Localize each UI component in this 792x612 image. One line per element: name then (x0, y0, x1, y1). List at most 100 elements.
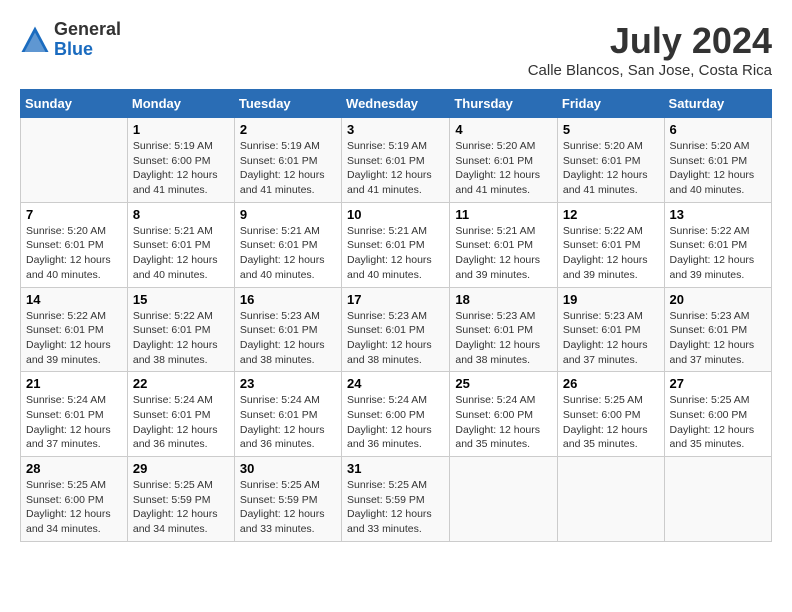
day-info: Sunrise: 5:24 AM Sunset: 6:01 PM Dayligh… (240, 393, 336, 452)
day-info: Sunrise: 5:22 AM Sunset: 6:01 PM Dayligh… (133, 309, 229, 368)
header-cell-monday: Monday (127, 90, 234, 118)
day-info: Sunrise: 5:21 AM Sunset: 6:01 PM Dayligh… (240, 224, 336, 283)
week-row-3: 21 Sunrise: 5:24 AM Sunset: 6:01 PM Dayli… (21, 372, 772, 457)
day-cell: 17 Sunrise: 5:23 AM Sunset: 6:01 PM Dayli… (342, 287, 450, 372)
day-info: Sunrise: 5:21 AM Sunset: 6:01 PM Dayligh… (133, 224, 229, 283)
day-number: 20 (670, 292, 766, 307)
day-number: 16 (240, 292, 336, 307)
logo-blue-text: Blue (54, 40, 121, 60)
day-info: Sunrise: 5:25 AM Sunset: 5:59 PM Dayligh… (347, 478, 444, 537)
day-cell: 7Sunrise: 5:20 AM Sunset: 6:01 PM Daylig… (21, 202, 128, 287)
day-number: 3 (347, 122, 444, 137)
week-row-2: 14 Sunrise: 5:22 AM Sunset: 6:01 PM Dayli… (21, 287, 772, 372)
header-row: SundayMondayTuesdayWednesdayThursdayFrid… (21, 90, 772, 118)
day-info: Sunrise: 5:22 AM Sunset: 6:01 PM Dayligh… (26, 309, 122, 368)
header-cell-tuesday: Tuesday (234, 90, 341, 118)
day-info: Sunrise: 5:24 AM Sunset: 6:00 PM Dayligh… (455, 393, 552, 452)
day-cell: 15 Sunrise: 5:22 AM Sunset: 6:01 PM Dayli… (127, 287, 234, 372)
day-cell (21, 118, 128, 203)
day-cell: 5 Sunrise: 5:20 AM Sunset: 6:01 PM Daylig… (557, 118, 664, 203)
day-cell: 4 Sunrise: 5:20 AM Sunset: 6:01 PM Daylig… (450, 118, 558, 203)
day-cell: 2 Sunrise: 5:19 AM Sunset: 6:01 PM Daylig… (234, 118, 341, 203)
day-cell: 14 Sunrise: 5:22 AM Sunset: 6:01 PM Dayli… (21, 287, 128, 372)
day-number: 30 (240, 461, 336, 476)
day-number: 17 (347, 292, 444, 307)
day-cell: 1Sunrise: 5:19 AM Sunset: 6:00 PM Daylig… (127, 118, 234, 203)
day-number: 11 (455, 207, 552, 222)
day-cell: 26 Sunrise: 5:25 AM Sunset: 6:00 PM Dayli… (557, 372, 664, 457)
day-cell: 18Sunrise: 5:23 AM Sunset: 6:01 PM Dayli… (450, 287, 558, 372)
day-info: Sunrise: 5:22 AM Sunset: 6:01 PM Dayligh… (563, 224, 659, 283)
day-cell (450, 457, 558, 542)
day-cell (664, 457, 771, 542)
header-cell-sunday: Sunday (21, 90, 128, 118)
week-row-1: 7Sunrise: 5:20 AM Sunset: 6:01 PM Daylig… (21, 202, 772, 287)
day-number: 29 (133, 461, 229, 476)
day-info: Sunrise: 5:20 AM Sunset: 6:01 PM Dayligh… (670, 139, 766, 198)
day-number: 25 (455, 376, 552, 391)
day-info: Sunrise: 5:20 AM Sunset: 6:01 PM Dayligh… (563, 139, 659, 198)
day-number: 24 (347, 376, 444, 391)
day-info: Sunrise: 5:21 AM Sunset: 6:01 PM Dayligh… (455, 224, 552, 283)
day-cell: 30 Sunrise: 5:25 AM Sunset: 5:59 PM Dayli… (234, 457, 341, 542)
header-cell-friday: Friday (557, 90, 664, 118)
header-cell-thursday: Thursday (450, 90, 558, 118)
day-number: 9 (240, 207, 336, 222)
day-info: Sunrise: 5:19 AM Sunset: 6:01 PM Dayligh… (240, 139, 336, 198)
day-info: Sunrise: 5:22 AM Sunset: 6:01 PM Dayligh… (670, 224, 766, 283)
day-cell: 21 Sunrise: 5:24 AM Sunset: 6:01 PM Dayli… (21, 372, 128, 457)
day-cell (557, 457, 664, 542)
day-number: 23 (240, 376, 336, 391)
day-cell: 10 Sunrise: 5:21 AM Sunset: 6:01 PM Dayli… (342, 202, 450, 287)
title-area: July 2024 Calle Blancos, San Jose, Costa… (528, 20, 772, 79)
day-number: 22 (133, 376, 229, 391)
day-cell: 11 Sunrise: 5:21 AM Sunset: 6:01 PM Dayli… (450, 202, 558, 287)
day-number: 4 (455, 122, 552, 137)
day-number: 12 (563, 207, 659, 222)
day-number: 18 (455, 292, 552, 307)
day-info: Sunrise: 5:25 AM Sunset: 6:00 PM Dayligh… (26, 478, 122, 537)
logo: General Blue (20, 20, 121, 60)
month-title: July 2024 (528, 20, 772, 62)
day-cell: 20 Sunrise: 5:23 AM Sunset: 6:01 PM Dayli… (664, 287, 771, 372)
day-info: Sunrise: 5:20 AM Sunset: 6:01 PM Dayligh… (455, 139, 552, 198)
day-info: Sunrise: 5:24 AM Sunset: 6:01 PM Dayligh… (133, 393, 229, 452)
day-number: 14 (26, 292, 122, 307)
logo-icon (20, 25, 50, 55)
day-info: Sunrise: 5:25 AM Sunset: 6:00 PM Dayligh… (670, 393, 766, 452)
day-number: 15 (133, 292, 229, 307)
day-cell: 8Sunrise: 5:21 AM Sunset: 6:01 PM Daylig… (127, 202, 234, 287)
day-info: Sunrise: 5:25 AM Sunset: 5:59 PM Dayligh… (240, 478, 336, 537)
week-row-4: 28 Sunrise: 5:25 AM Sunset: 6:00 PM Dayli… (21, 457, 772, 542)
day-info: Sunrise: 5:23 AM Sunset: 6:01 PM Dayligh… (347, 309, 444, 368)
day-cell: 29 Sunrise: 5:25 AM Sunset: 5:59 PM Dayli… (127, 457, 234, 542)
day-number: 31 (347, 461, 444, 476)
day-number: 21 (26, 376, 122, 391)
day-number: 28 (26, 461, 122, 476)
day-cell: 16Sunrise: 5:23 AM Sunset: 6:01 PM Dayli… (234, 287, 341, 372)
day-number: 10 (347, 207, 444, 222)
day-number: 19 (563, 292, 659, 307)
day-cell: 25 Sunrise: 5:24 AM Sunset: 6:00 PM Dayli… (450, 372, 558, 457)
day-cell: 28 Sunrise: 5:25 AM Sunset: 6:00 PM Dayli… (21, 457, 128, 542)
day-info: Sunrise: 5:25 AM Sunset: 5:59 PM Dayligh… (133, 478, 229, 537)
location: Calle Blancos, San Jose, Costa Rica (528, 62, 772, 79)
day-cell: 22 Sunrise: 5:24 AM Sunset: 6:01 PM Dayli… (127, 372, 234, 457)
header-cell-wednesday: Wednesday (342, 90, 450, 118)
page-header: General Blue July 2024 Calle Blancos, Sa… (20, 20, 772, 79)
day-cell: 27 Sunrise: 5:25 AM Sunset: 6:00 PM Dayli… (664, 372, 771, 457)
day-info: Sunrise: 5:24 AM Sunset: 6:01 PM Dayligh… (26, 393, 122, 452)
day-cell: 6 Sunrise: 5:20 AM Sunset: 6:01 PM Daylig… (664, 118, 771, 203)
day-info: Sunrise: 5:25 AM Sunset: 6:00 PM Dayligh… (563, 393, 659, 452)
day-number: 6 (670, 122, 766, 137)
day-number: 1 (133, 122, 229, 137)
day-cell: 13Sunrise: 5:22 AM Sunset: 6:01 PM Dayli… (664, 202, 771, 287)
day-number: 2 (240, 122, 336, 137)
calendar-table: SundayMondayTuesdayWednesdayThursdayFrid… (20, 89, 772, 542)
day-number: 27 (670, 376, 766, 391)
day-info: Sunrise: 5:23 AM Sunset: 6:01 PM Dayligh… (670, 309, 766, 368)
day-info: Sunrise: 5:21 AM Sunset: 6:01 PM Dayligh… (347, 224, 444, 283)
day-info: Sunrise: 5:23 AM Sunset: 6:01 PM Dayligh… (563, 309, 659, 368)
day-number: 5 (563, 122, 659, 137)
day-number: 26 (563, 376, 659, 391)
